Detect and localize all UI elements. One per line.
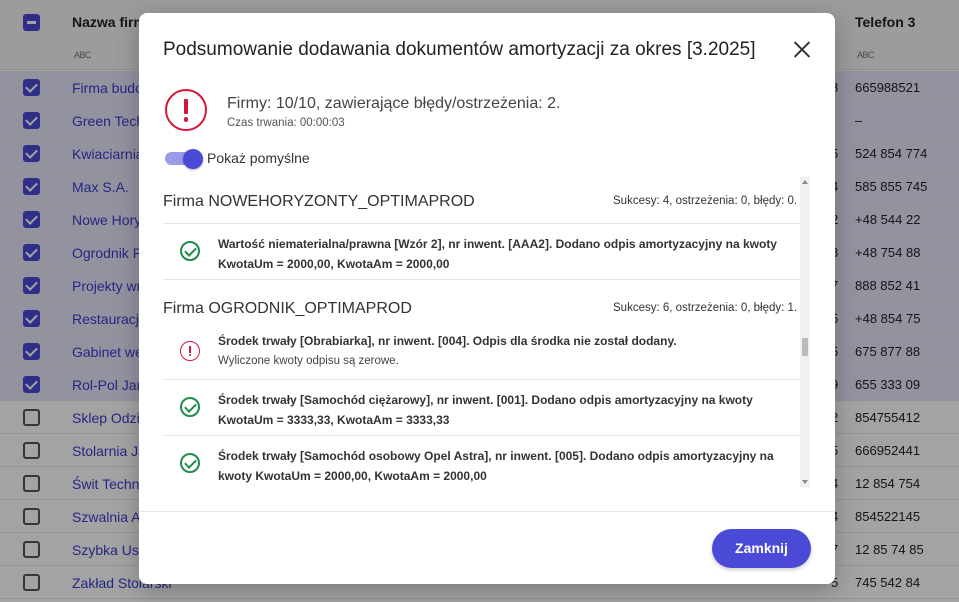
scroll-down-arrow-icon[interactable] <box>802 480 808 484</box>
results-scrollbar[interactable] <box>800 177 810 487</box>
list-item: Środek trwały [Obrabiarka], nr inwent. [… <box>163 324 800 380</box>
scroll-up-arrow-icon[interactable] <box>802 180 808 184</box>
scrollbar-thumb[interactable] <box>802 338 808 356</box>
close-icon[interactable] <box>791 39 813 61</box>
show-successful-toggle[interactable] <box>165 149 205 169</box>
entry-text: Środek trwały [Samochód osobowy Opel Ast… <box>218 449 774 483</box>
summary-dialog: Podsumowanie dodawania dokumentów amorty… <box>139 13 835 584</box>
results-list[interactable]: Firma NOWEHORYZONTY_OPTIMAPROD Sukcesy: … <box>163 177 810 487</box>
list-item: Środek trwały [Samochód ciężarowy], nr i… <box>163 380 800 436</box>
firm-name: Firma OGRODNIK_OPTIMAPROD <box>163 300 412 317</box>
entry-subtext: Wyliczone kwoty odpisu są zerowe. <box>218 355 399 367</box>
success-check-icon <box>180 397 200 417</box>
list-item: Wartość niematerialna/prawna [Wzór 2], n… <box>163 224 800 280</box>
divider <box>139 511 835 512</box>
toggle-label: Pokaż pomyślne <box>207 150 310 166</box>
entry-text: Środek trwały [Samochód ciężarowy], nr i… <box>218 393 753 427</box>
firm-stats: Sukcesy: 4, ostrzeżenia: 0, błędy: 0. <box>613 195 798 207</box>
error-icon <box>180 341 200 361</box>
firm-header: Firma OGRODNIK_OPTIMAPROD Sukcesy: 6, os… <box>163 296 800 326</box>
entry-text: Środek trwały [Obrabiarka], nr inwent. [… <box>218 334 677 348</box>
entry-text: Wartość niematerialna/prawna [Wzór 2], n… <box>218 237 777 271</box>
firm-stats: Sukcesy: 6, ostrzeżenia: 0, błędy: 1. <box>613 302 798 314</box>
list-item: Środek trwały [Samochód osobowy Opel Ast… <box>163 436 800 487</box>
success-check-icon <box>180 453 200 473</box>
close-button[interactable]: Zamknij <box>712 529 811 568</box>
dialog-title: Podsumowanie dodawania dokumentów amorty… <box>163 39 756 60</box>
error-exclamation-icon <box>165 89 207 131</box>
duration-text: Czas trwania: 00:00:03 <box>227 117 345 129</box>
success-check-icon <box>180 241 200 261</box>
firm-name: Firma NOWEHORYZONTY_OPTIMAPROD <box>163 193 475 210</box>
firm-header: Firma NOWEHORYZONTY_OPTIMAPROD Sukcesy: … <box>163 189 800 219</box>
summary-text: Firmy: 10/10, zawierające błędy/ostrzeże… <box>227 95 561 112</box>
